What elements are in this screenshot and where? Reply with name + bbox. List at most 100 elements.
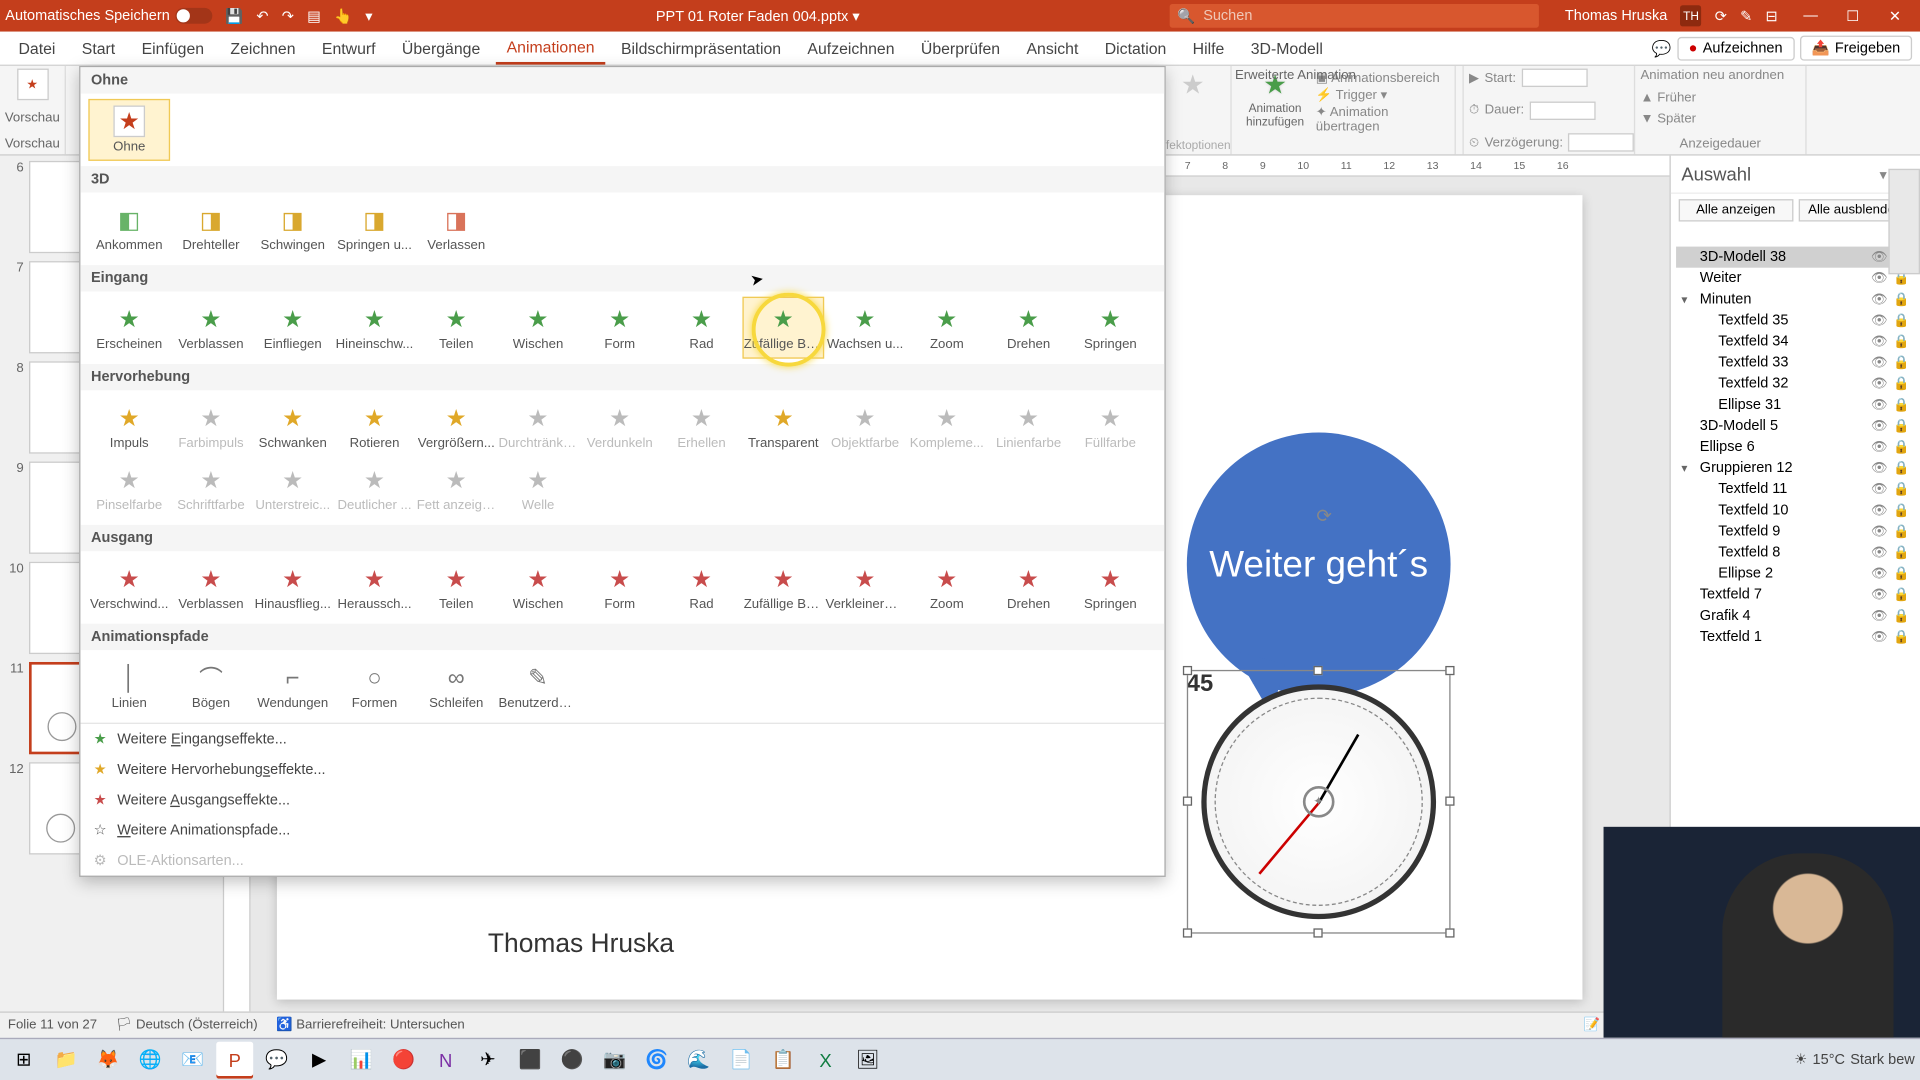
lock-icon[interactable]: 🔒 [1893,482,1909,497]
gallery-item[interactable]: ★Teilen [415,297,497,359]
tab-ueberpruefen[interactable]: Überprüfen [910,34,1010,63]
trigger-button[interactable]: ⚡ Trigger ▾ [1316,88,1442,103]
search-box[interactable]: 🔍 [1169,4,1538,28]
sync-icon[interactable]: ⟳ [1715,7,1727,24]
gallery-item[interactable]: ★Zoom [906,297,988,359]
visibility-icon[interactable]: 👁 [1871,609,1888,624]
lock-icon[interactable]: 🔒 [1893,524,1909,539]
user-name-label[interactable]: Thomas Hruska [1565,8,1667,24]
qat-more-icon[interactable]: ▾ [365,7,372,24]
selection-tree-item[interactable]: 3D-Modell 38👁🔒 [1676,247,1915,268]
resize-handle[interactable] [1445,928,1454,937]
start-input[interactable] [1521,69,1587,87]
comments-icon[interactable]: 💬 [1652,39,1672,57]
lock-icon[interactable]: 🔒 [1893,566,1909,581]
selection-tree-item[interactable]: 3D-Modell 5👁🔒 [1676,415,1915,436]
redo-icon[interactable]: ↷ [282,7,294,24]
tab-dictation[interactable]: Dictation [1094,34,1177,63]
resize-handle[interactable] [1313,928,1322,937]
app-icon[interactable]: ⬛ [512,1041,549,1078]
visibility-icon[interactable]: 👁 [1871,461,1888,476]
gallery-item[interactable]: ★Verkleinern ... [824,556,906,618]
app-icon[interactable]: 📋 [765,1041,802,1078]
visibility-icon[interactable]: 👁 [1871,250,1888,265]
vorschau-button[interactable]: ★ [16,69,48,101]
gallery-item[interactable]: ★Rad [661,297,743,359]
gallery-item[interactable]: ★Springen [1069,297,1151,359]
gallery-item[interactable]: ★Form [579,556,661,618]
visibility-icon[interactable]: 👁 [1871,503,1888,518]
user-avatar[interactable]: TH [1680,5,1701,26]
weitere-eingangseffekte[interactable]: ★Weitere Eingangseffekte... [80,724,1164,754]
rotate-handle-icon[interactable]: ⟳ [1316,505,1331,527]
chrome-icon[interactable]: 🌐 [132,1041,169,1078]
firefox-icon[interactable]: 🦊 [90,1041,127,1078]
lock-icon[interactable]: 🔒 [1893,630,1909,645]
gallery-item[interactable]: ★Hinausflieg... [252,556,334,618]
visibility-icon[interactable]: 👁 [1871,398,1888,413]
gallery-item-ohne[interactable]: ★Ohne [88,99,170,161]
selection-tree-item[interactable]: Textfeld 35👁🔒 [1676,310,1915,331]
gallery-item[interactable]: ★Wischen [497,297,579,359]
gallery-item[interactable]: ★Rad [661,556,743,618]
lock-icon[interactable]: 🔒 [1893,376,1909,391]
app-icon[interactable]: 🔴 [385,1041,422,1078]
maximize-button[interactable]: ☐ [1833,7,1873,24]
app-icon[interactable]: 💬 [258,1041,295,1078]
gallery-item[interactable]: ◨Drehteller [170,198,252,260]
weitere-ausgangseffekte[interactable]: ★Weitere Ausgangseffekte... [80,785,1164,815]
verzoegerung-input[interactable] [1568,133,1634,151]
lock-icon[interactable]: 🔒 [1893,398,1909,413]
lock-icon[interactable]: 🔒 [1893,355,1909,370]
clock-face[interactable]: ✦ [1201,684,1436,919]
aufzeichnen-button[interactable]: Aufzeichnen [1677,36,1795,60]
gallery-item[interactable]: ◨Verlassen [415,198,497,260]
undo-icon[interactable]: ↶ [256,7,268,24]
tab-ansicht[interactable]: Ansicht [1016,34,1089,63]
selection-tree-item[interactable]: ▾Gruppieren 12👁🔒 [1676,458,1915,479]
selection-tree-item[interactable]: Textfeld 10👁🔒 [1676,500,1915,521]
gallery-item[interactable]: ★Rotieren [334,396,416,458]
freigeben-button[interactable]: 📤Freigeben [1800,36,1912,61]
selection-tree-item[interactable]: Textfeld 8👁🔒 [1676,542,1915,563]
gallery-item[interactable]: ∞Schleifen [415,655,497,717]
gallery-item[interactable]: ★Drehen [988,297,1070,359]
gallery-item[interactable]: ★Heraussch... [334,556,416,618]
tab-entwurf[interactable]: Entwurf [311,34,386,63]
windows-taskbar[interactable]: ⊞ 📁 🦊 🌐 📧 P 💬 ▶ 📊 🔴 N ✈ ⬛ ⚫ 📷 🌀 🌊 📄 📋 X … [0,1038,1920,1080]
selection-tree-item[interactable]: ▾Minuten👁🔒 [1676,289,1915,310]
lock-icon[interactable]: 🔒 [1893,461,1909,476]
notepad-icon[interactable]: 📄 [723,1041,760,1078]
selection-tree-item[interactable]: Textfeld 33👁🔒 [1676,352,1915,373]
gallery-item[interactable]: ★Wischen [497,556,579,618]
gallery-item[interactable]: ★Springen [1069,556,1151,618]
toggle-switch[interactable] [175,8,212,24]
lock-icon[interactable]: 🔒 [1893,334,1909,349]
file-explorer-icon[interactable]: 📁 [47,1041,84,1078]
selection-tree-item[interactable]: Textfeld 9👁🔒 [1676,521,1915,542]
obs-icon[interactable]: ⚫ [554,1041,591,1078]
tab-zeichnen[interactable]: Zeichnen [220,34,306,63]
gallery-item[interactable]: ★Drehen [988,556,1070,618]
tab-aufzeichnen[interactable]: Aufzeichnen [797,34,905,63]
start-menu-icon[interactable]: ⊞ [5,1041,42,1078]
gallery-item[interactable]: ★Einfliegen [252,297,334,359]
selection-tree-item[interactable]: Ellipse 31👁🔒 [1676,394,1915,415]
selection-tree-item[interactable]: Textfeld 34👁🔒 [1676,331,1915,352]
gallery-item[interactable]: ★Hineinschw... [334,297,416,359]
slide-counter[interactable]: Folie 11 von 27 [8,1018,97,1033]
app-icon[interactable]: 🌀 [638,1041,675,1078]
clock-selection-box[interactable]: ✦ [1187,670,1451,934]
tab-datei[interactable]: Datei [8,34,66,63]
tab-uebergaenge[interactable]: Übergänge [391,34,490,63]
tab-bildschirmpraesentation[interactable]: Bildschirmpräsentation [610,34,791,63]
excel-icon[interactable]: X [807,1041,844,1078]
visibility-icon[interactable]: 👁 [1871,566,1888,581]
animation-uebertragen-button[interactable]: ✦ Animation übertragen [1316,105,1442,134]
gallery-item[interactable]: ✎Benutzerdef... [497,655,579,717]
gallery-item[interactable]: ◨Schwingen [252,198,334,260]
resize-handle[interactable] [1445,666,1454,675]
clock-3d-pivot-icon[interactable]: ✦ [1303,786,1335,818]
lock-icon[interactable]: 🔒 [1893,545,1909,560]
gallery-item[interactable]: ★Schwanken [252,396,334,458]
